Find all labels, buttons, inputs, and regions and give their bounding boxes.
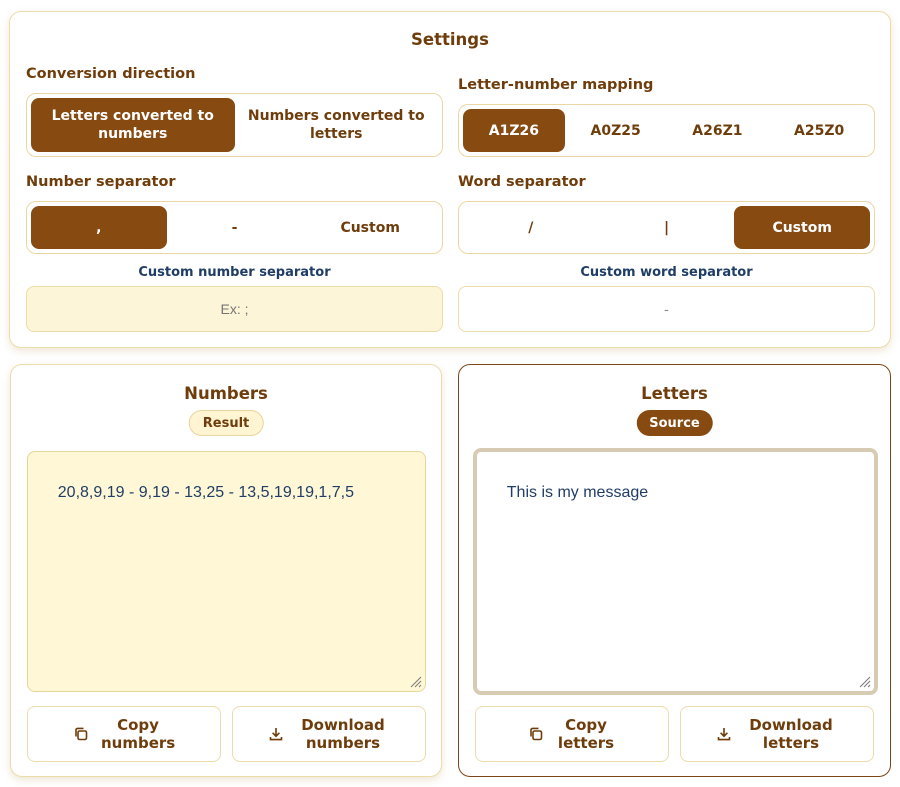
custom-word-separator-label: Custom word separator (580, 265, 753, 280)
resize-grip-icon[interactable] (408, 674, 422, 688)
mapping-toggle: A1Z26 A0Z25 A26Z1 A25Z0 (458, 104, 875, 157)
word-separator-toggle: / | Custom (458, 201, 875, 254)
custom-number-separator-label: Custom number separator (138, 265, 331, 280)
option-letters-to-numbers[interactable]: Letters converted to numbers (31, 98, 235, 152)
letters-text-value: This is my message (506, 484, 649, 501)
option-pipe[interactable]: | (599, 206, 735, 249)
copy-numbers-label: Copy numbers (101, 716, 176, 752)
copy-icon (75, 727, 88, 741)
copy-numbers-button[interactable]: Copy numbers (27, 706, 221, 762)
option-slash[interactable]: / (463, 206, 599, 249)
copy-letters-button[interactable]: Copy letters (475, 706, 669, 762)
conversion-direction-toggle: Letters converted to numbers Numbers con… (26, 93, 443, 157)
settings-panel: Settings Conversion direction Letters co… (9, 11, 891, 348)
custom-word-separator-input[interactable] (458, 286, 875, 332)
letters-title: Letters (641, 384, 708, 403)
number-separator-label: Number separator (26, 174, 176, 190)
download-letters-label: Download letters (749, 716, 833, 752)
letters-panel: Letters Source This is my message Copy l… (458, 364, 891, 777)
copy-letters-label: Copy letters (557, 716, 615, 752)
numbers-title: Numbers (184, 384, 268, 403)
result-badge: Result (188, 410, 264, 436)
option-dash[interactable]: - (167, 206, 303, 249)
word-separator-label: Word separator (458, 174, 586, 190)
numbers-textarea[interactable]: 20,8,9,19 - 9,19 - 13,25 - 13,5,19,19,1,… (27, 451, 426, 692)
option-custom-number-separator[interactable]: Custom (302, 206, 438, 249)
copy-icon (530, 727, 543, 741)
download-icon (269, 728, 283, 741)
source-badge: Source (636, 410, 713, 436)
conversion-direction-label: Conversion direction (26, 66, 196, 82)
option-custom-word-separator[interactable]: Custom (734, 206, 871, 249)
option-numbers-to-letters[interactable]: Numbers converted to letters (235, 98, 439, 152)
download-letters-button[interactable]: Download letters (680, 706, 874, 762)
mapping-label: Letter-number mapping (458, 77, 654, 93)
numbers-text-value: 20,8,9,19 - 9,19 - 13,25 - 13,5,19,19,1,… (57, 484, 354, 501)
option-a25z0[interactable]: A25Z0 (768, 109, 870, 152)
number-separator-toggle: , - Custom (26, 201, 443, 254)
resize-grip-icon[interactable] (857, 674, 871, 688)
option-a26z1[interactable]: A26Z1 (667, 109, 769, 152)
settings-title: Settings (411, 30, 489, 49)
option-comma[interactable]: , (31, 206, 167, 249)
numbers-panel: Numbers Result 20,8,9,19 - 9,19 - 13,25 … (10, 364, 442, 777)
download-numbers-label: Download numbers (301, 716, 385, 752)
download-icon (717, 728, 731, 741)
letters-textarea[interactable]: This is my message (473, 448, 878, 695)
option-a0z25[interactable]: A0Z25 (565, 109, 667, 152)
download-numbers-button[interactable]: Download numbers (232, 706, 426, 762)
option-a1z26[interactable]: A1Z26 (463, 109, 565, 152)
custom-number-separator-input[interactable] (26, 286, 443, 332)
